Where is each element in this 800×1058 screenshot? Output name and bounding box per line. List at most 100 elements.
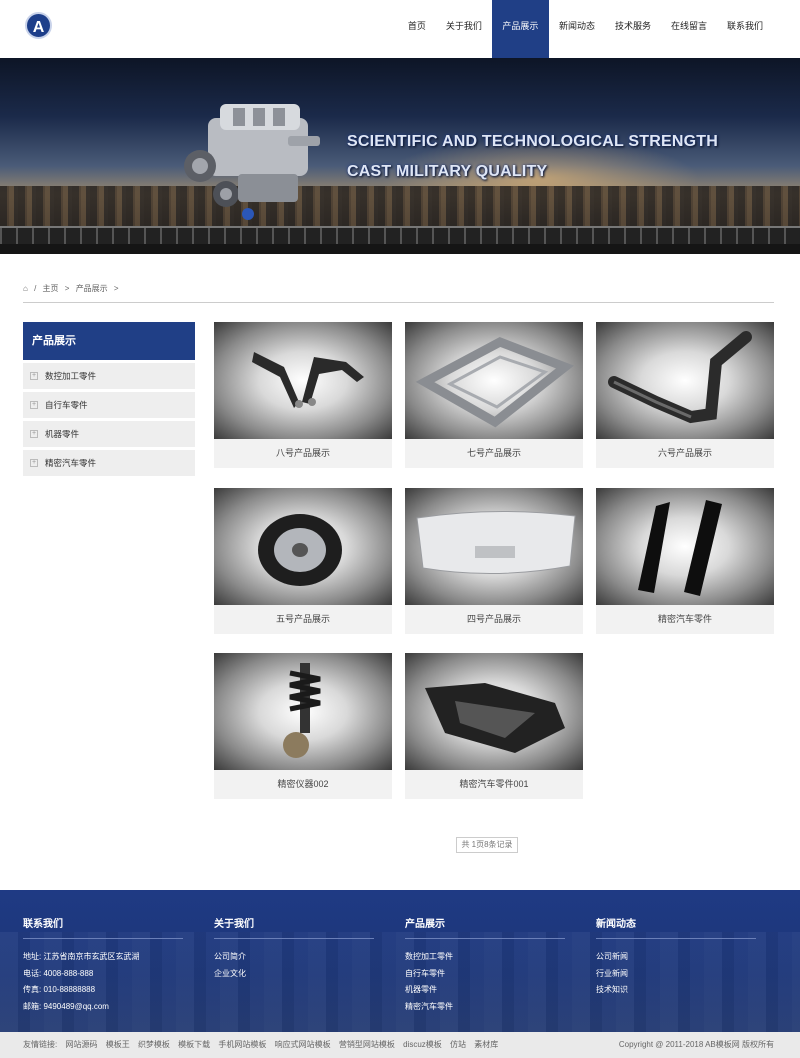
friend-link[interactable]: 网站源码 <box>65 1040 97 1049</box>
footer-link[interactable]: 公司新闻 <box>596 949 756 966</box>
breadcrumb-home[interactable]: 主页 <box>43 284 59 293</box>
footer-link[interactable]: 行业新闻 <box>596 966 756 983</box>
sidebar: 产品展示 + 数控加工零件 + 自行车零件 + 机器零件 + 精密汽车零件 <box>23 322 195 476</box>
friend-link[interactable]: 织梦模板 <box>138 1040 170 1049</box>
product-card[interactable]: 六号产品展示 <box>596 322 774 468</box>
banner-ground <box>0 244 800 254</box>
nav-contact[interactable]: 联系我们 <box>717 0 800 58</box>
banner-title-line1: SCIENTIFIC AND TECHNOLOGICAL STRENGTH <box>347 133 718 150</box>
footer-news-title: 新闻动态 <box>596 915 756 939</box>
banner-title-line2: CAST MILITARY QUALITY <box>347 163 548 180</box>
product-caption[interactable]: 六号产品展示 <box>596 439 774 468</box>
product-caption[interactable]: 四号产品展示 <box>405 605 583 634</box>
product-card[interactable]: 八号产品展示 <box>214 322 392 468</box>
pillar-icon <box>638 500 722 596</box>
nav-news[interactable]: 新闻动态 <box>549 0 605 58</box>
footer-news: 新闻动态 公司新闻 行业新闻 技术知识 <box>596 915 756 999</box>
breadcrumb-arrow: > <box>64 284 70 293</box>
friend-links: 友情链接: 网站源码 模板王 织梦模板 模板下载 手机网站模板 响应式网站模板 … <box>23 1032 504 1058</box>
bottom-bar: 友情链接: 网站源码 模板王 织梦模板 模板下载 手机网站模板 响应式网站模板 … <box>0 1032 800 1058</box>
sidebar-item-cnc[interactable]: + 数控加工零件 <box>23 363 195 389</box>
footer-link[interactable]: 数控加工零件 <box>405 949 565 966</box>
friend-link[interactable]: 手机网站模板 <box>218 1040 266 1049</box>
product-card[interactable]: 五号产品展示 <box>214 488 392 634</box>
product-image[interactable] <box>214 488 392 605</box>
footer-link[interactable]: 自行车零件 <box>405 966 565 983</box>
product-card[interactable]: 精密汽车零件 <box>596 488 774 634</box>
sidebar-item-auto[interactable]: + 精密汽车零件 <box>23 450 195 476</box>
product-caption[interactable]: 五号产品展示 <box>214 605 392 634</box>
footer-link[interactable]: 公司简介 <box>214 949 374 966</box>
friend-link[interactable]: 仿站 <box>450 1040 466 1049</box>
plus-icon: + <box>30 459 38 467</box>
product-image[interactable] <box>596 322 774 439</box>
hero-banner: SCIENTIFIC AND TECHNOLOGICAL STRENGTH CA… <box>0 58 800 254</box>
footer-contact-title: 联系我们 <box>23 915 183 939</box>
main-nav: 首页 关于我们 产品展示 新闻动态 技术服务 在线留言 联系我们 <box>398 0 800 58</box>
product-card[interactable]: 精密汽车零件001 <box>405 653 583 799</box>
footer-link[interactable]: 企业文化 <box>214 966 374 983</box>
product-image[interactable] <box>214 653 392 770</box>
footer-products-title: 产品展示 <box>405 915 565 939</box>
friend-link[interactable]: 响应式网站模板 <box>275 1040 331 1049</box>
product-caption[interactable]: 精密仪器002 <box>214 770 392 799</box>
banner-railing <box>0 226 800 244</box>
plus-icon: + <box>30 401 38 409</box>
product-image[interactable] <box>405 653 583 770</box>
shock-absorber-icon <box>283 663 321 758</box>
breadcrumb-current[interactable]: 产品展示 <box>76 284 108 293</box>
product-card[interactable]: 四号产品展示 <box>405 488 583 634</box>
breadcrumb-arrow-end: > <box>113 284 119 293</box>
nav-service[interactable]: 技术服务 <box>605 0 661 58</box>
sidebar-item-bike[interactable]: + 自行车零件 <box>23 392 195 418</box>
plus-icon: + <box>30 430 38 438</box>
friend-link[interactable]: discuz模板 <box>403 1040 442 1049</box>
copyright: Copyright @ 2011-2018 AB模板网 版权所有 <box>618 1040 774 1049</box>
product-image[interactable] <box>214 322 392 439</box>
footer-fax: 传真: 010-88888888 <box>23 985 96 994</box>
nav-products[interactable]: 产品展示 <box>491 0 549 58</box>
friend-link[interactable]: 模板王 <box>106 1040 130 1049</box>
footer-phone: 电话: 4008-888-888 <box>23 968 94 978</box>
footer-link[interactable]: 机器零件 <box>405 982 565 999</box>
product-card[interactable]: 精密仪器002 <box>214 653 392 799</box>
banner-city <box>0 186 800 226</box>
nav-about[interactable]: 关于我们 <box>436 0 492 58</box>
footer-link[interactable]: 精密汽车零件 <box>405 999 565 1016</box>
nav-home[interactable]: 首页 <box>398 0 436 58</box>
footer-email: 邮箱: 9490489@qq.com <box>23 1001 109 1011</box>
product-caption[interactable]: 八号产品展示 <box>214 439 392 468</box>
bumper-icon <box>416 510 576 575</box>
friend-link[interactable]: 营销型网站模板 <box>339 1040 395 1049</box>
frame-icon <box>415 337 575 428</box>
footer-link[interactable]: 技术知识 <box>596 982 756 999</box>
product-image[interactable] <box>405 488 583 605</box>
sidebar-item-machine[interactable]: + 机器零件 <box>23 421 195 447</box>
product-image[interactable] <box>405 322 583 439</box>
product-image[interactable] <box>596 488 774 605</box>
friend-link[interactable]: 素材库 <box>474 1040 498 1049</box>
friend-link[interactable]: 模板下载 <box>178 1040 210 1049</box>
breadcrumb-sep: / <box>34 284 37 293</box>
logo[interactable]: A <box>25 12 52 39</box>
friend-links-label: 友情链接: <box>23 1040 58 1049</box>
sidebar-item-label: 精密汽车零件 <box>45 458 97 468</box>
site-footer: 联系我们 地址: 江苏省南京市玄武区玄武湖 电话: 4008-888-888 传… <box>0 890 800 1032</box>
product-caption[interactable]: 精密汽车零件001 <box>405 770 583 799</box>
product-card[interactable]: 七号产品展示 <box>405 322 583 468</box>
nav-message[interactable]: 在线留言 <box>661 0 717 58</box>
sidebar-item-label: 机器零件 <box>45 429 80 439</box>
sidebar-title: 产品展示 <box>23 322 195 360</box>
sidebar-item-label: 自行车零件 <box>45 400 88 410</box>
footer-products: 产品展示 数控加工零件 自行车零件 机器零件 精密汽车零件 <box>405 915 565 1015</box>
home-icon[interactable]: ⌂ <box>23 284 28 293</box>
footer-about: 关于我们 公司简介 企业文化 <box>214 915 374 982</box>
pagination-info: 共 1页8条记录 <box>456 837 518 853</box>
tire-icon <box>258 514 342 586</box>
product-caption[interactable]: 七号产品展示 <box>405 439 583 468</box>
product-caption[interactable]: 精密汽车零件 <box>596 605 774 634</box>
site-header: A 首页 关于我们 产品展示 新闻动态 技术服务 在线留言 联系我们 <box>0 0 800 58</box>
footer-address: 地址: 江苏省南京市玄武区玄武湖 <box>23 952 140 961</box>
breadcrumb: ⌂ / 主页 > 产品展示 > <box>23 283 774 303</box>
plus-icon: + <box>30 372 38 380</box>
